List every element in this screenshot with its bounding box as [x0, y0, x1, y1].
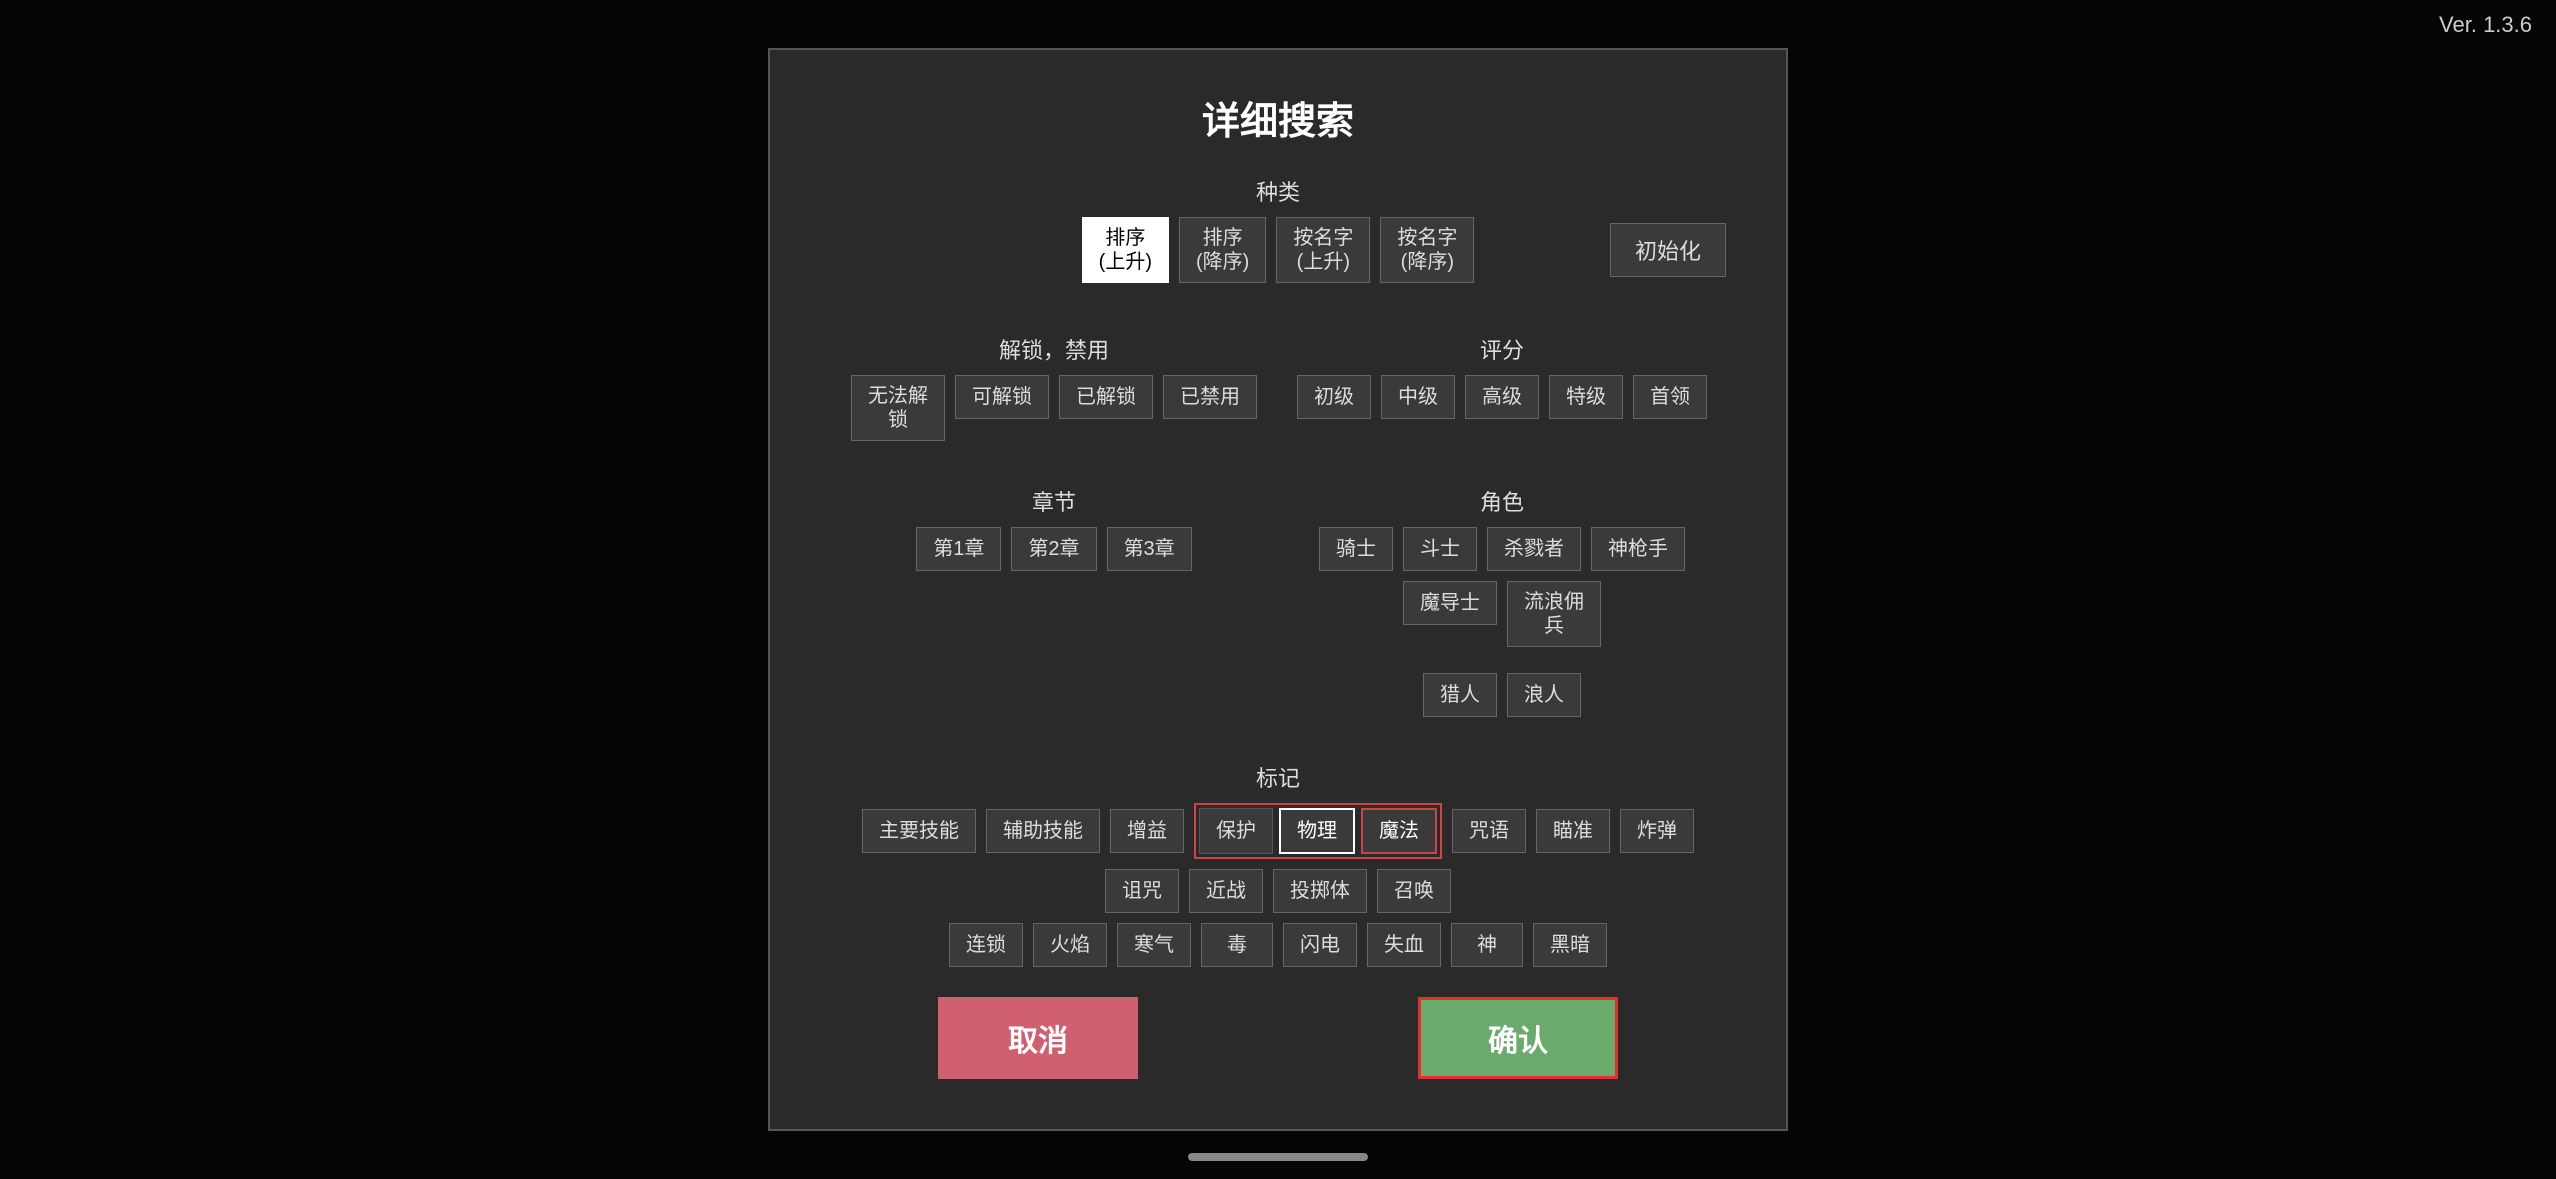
- tag-red-group: 保护 物理 魔法: [1194, 803, 1442, 859]
- tag-btn-throw[interactable]: 投掷体: [1273, 869, 1367, 913]
- tag-btn-poison[interactable]: 毒: [1201, 923, 1273, 967]
- search-dialog: 详细搜索 种类 排序 (上升) 排序 (降序) 按名字 (上升) 按名字 (降序…: [768, 48, 1788, 1131]
- tag-btn-magic[interactable]: 魔法: [1361, 808, 1437, 854]
- rating-btn-special[interactable]: 特级: [1549, 375, 1623, 419]
- tag-btn-curse[interactable]: 诅咒: [1105, 869, 1179, 913]
- char-btn-ronin[interactable]: 浪人: [1507, 673, 1581, 717]
- tag-btn-fire[interactable]: 火焰: [1033, 923, 1107, 967]
- rating-btn-mid[interactable]: 中级: [1381, 375, 1455, 419]
- tag-btn-bleed[interactable]: 失血: [1367, 923, 1441, 967]
- rating-label: 评分: [1480, 333, 1524, 365]
- rating-btn-boss[interactable]: 首领: [1633, 375, 1707, 419]
- tag-btn-summon[interactable]: 召唤: [1377, 869, 1451, 913]
- chapter-btn-2[interactable]: 第2章: [1011, 527, 1096, 571]
- char-btn-mage[interactable]: 魔导士: [1403, 581, 1497, 625]
- sort-btn-name-asc[interactable]: 按名字 (上升): [1276, 217, 1370, 283]
- tag-btn-melee[interactable]: 近战: [1189, 869, 1263, 913]
- init-button[interactable]: 初始化: [1610, 223, 1726, 277]
- sort-label: 种类: [1256, 175, 1300, 207]
- tags-section: 标记 主要技能 辅助技能 增益 保护 物理 魔法 咒语 瞄准 炸弹 诅咒 近战 …: [830, 761, 1726, 967]
- version-label: Ver. 1.3.6: [2439, 12, 2532, 38]
- tag-btn-protect[interactable]: 保护: [1199, 808, 1273, 854]
- char-btn-wanderer[interactable]: 流浪佣 兵: [1507, 581, 1601, 647]
- char-btn-slayer[interactable]: 杀戮者: [1487, 527, 1581, 571]
- rating-btn-beginner[interactable]: 初级: [1297, 375, 1371, 419]
- char-btn-gunner[interactable]: 神枪手: [1591, 527, 1685, 571]
- tag-btn-aim[interactable]: 瞄准: [1536, 809, 1610, 853]
- unlock-btn-cannot[interactable]: 无法解 锁: [851, 375, 945, 441]
- sort-btn-asc[interactable]: 排序 (上升): [1082, 217, 1169, 283]
- character-label: 角色: [1480, 485, 1524, 517]
- tag-btn-lightning[interactable]: 闪电: [1283, 923, 1357, 967]
- confirm-button[interactable]: 确认: [1418, 997, 1618, 1079]
- bottom-buttons: 取消 确认: [830, 997, 1726, 1079]
- tag-btn-curse-spell[interactable]: 咒语: [1452, 809, 1526, 853]
- rating-btn-high[interactable]: 高级: [1465, 375, 1539, 419]
- sort-btn-name-desc[interactable]: 按名字 (降序): [1380, 217, 1474, 283]
- sort-btn-desc[interactable]: 排序 (降序): [1179, 217, 1266, 283]
- char-btn-fighter[interactable]: 斗士: [1403, 527, 1477, 571]
- tag-btn-dark[interactable]: 黑暗: [1533, 923, 1607, 967]
- unlock-btn-disabled[interactable]: 已禁用: [1163, 375, 1257, 419]
- unlock-btn-can[interactable]: 可解锁: [955, 375, 1049, 419]
- chapter-label: 章节: [1032, 485, 1076, 517]
- char-btn-knight[interactable]: 骑士: [1319, 527, 1393, 571]
- cancel-button[interactable]: 取消: [938, 997, 1138, 1079]
- tag-btn-bomb[interactable]: 炸弹: [1620, 809, 1694, 853]
- tag-btn-aux-skill[interactable]: 辅助技能: [986, 809, 1100, 853]
- dialog-title: 详细搜索: [830, 90, 1726, 145]
- tag-btn-chain[interactable]: 连锁: [949, 923, 1023, 967]
- tag-btn-main-skill[interactable]: 主要技能: [862, 809, 976, 853]
- scrollbar-indicator: [1188, 1153, 1368, 1161]
- chapter-btn-3[interactable]: 第3章: [1107, 527, 1192, 571]
- unlock-label: 解锁，禁用: [999, 333, 1109, 365]
- tag-btn-physical[interactable]: 物理: [1279, 808, 1355, 854]
- tag-btn-holy[interactable]: 神: [1451, 923, 1523, 967]
- unlock-btn-done[interactable]: 已解锁: [1059, 375, 1153, 419]
- tag-btn-cold[interactable]: 寒气: [1117, 923, 1191, 967]
- tags-label: 标记: [830, 761, 1726, 793]
- chapter-btn-1[interactable]: 第1章: [916, 527, 1001, 571]
- char-btn-hunter[interactable]: 猎人: [1423, 673, 1497, 717]
- tag-btn-buff[interactable]: 增益: [1110, 809, 1184, 853]
